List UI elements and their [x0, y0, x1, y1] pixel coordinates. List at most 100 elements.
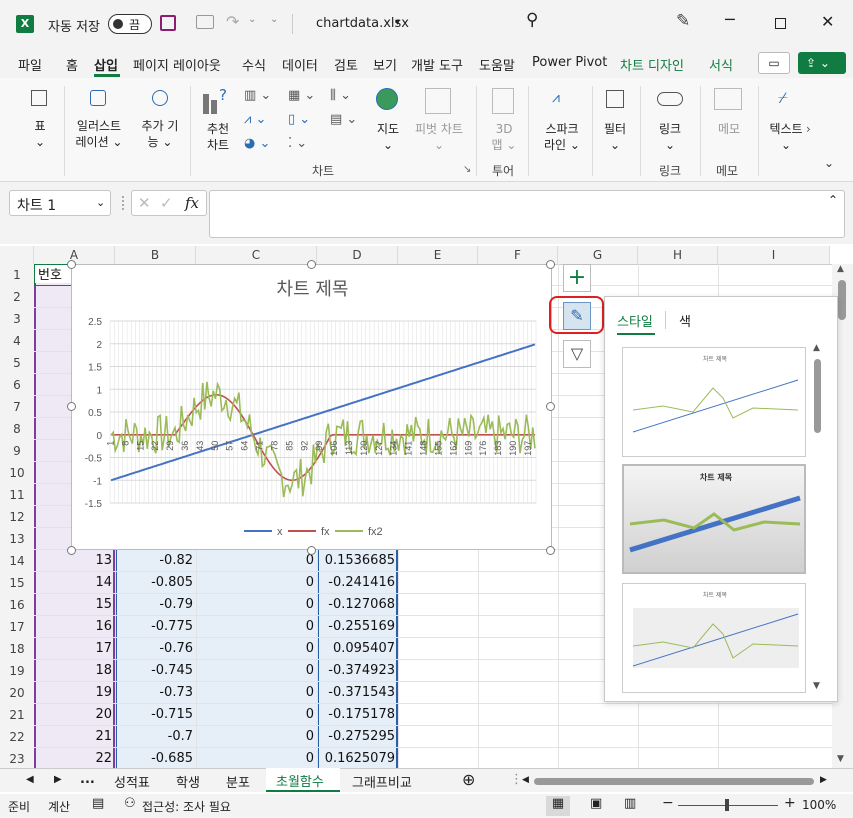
chart-dialog-launcher-icon[interactable]: ↘ [463, 164, 471, 175]
cell-c[interactable]: 0 [196, 682, 317, 704]
scatter-chart-button[interactable]: ⁚ ⌄ [288, 136, 307, 151]
row-header[interactable]: 2 [0, 286, 34, 308]
zoom-in-icon[interactable]: + [784, 795, 796, 811]
cell-c[interactable]: 0 [196, 594, 317, 616]
sparklines-button[interactable]: 스파크 라인 ⌄ [538, 121, 586, 153]
save-icon[interactable] [160, 15, 176, 31]
color-tab[interactable]: 색 [679, 311, 691, 330]
zoom-slider[interactable] [678, 799, 778, 811]
row-header[interactable]: 22 [0, 726, 34, 748]
resize-handle[interactable] [307, 260, 316, 269]
page-layout-view-icon[interactable]: ▣ [590, 796, 602, 811]
style-thumb-2[interactable]: 차트 제목 [622, 464, 806, 574]
column-header-e[interactable]: E [398, 246, 478, 264]
column-header-i[interactable]: I [718, 246, 830, 264]
search-icon[interactable]: ⚲ [526, 10, 538, 30]
sheet-tab-active[interactable]: 초월함수 [266, 768, 340, 792]
chart-elements-button[interactable]: + [563, 264, 591, 292]
accessibility-icon[interactable]: ⚇ [124, 796, 136, 811]
cell-c[interactable]: 0 [196, 550, 317, 572]
tab-file[interactable]: 파일 [18, 55, 42, 74]
statistic-chart-button[interactable]: ▯ ⌄ [288, 112, 310, 127]
column-header-h[interactable]: H [638, 246, 718, 264]
row-header[interactable]: 13 [0, 528, 34, 550]
cell-c[interactable]: 0 [196, 704, 317, 726]
row-header[interactable]: 4 [0, 330, 34, 352]
cell-d[interactable]: 0.1625079 [317, 748, 398, 770]
cell-d[interactable]: -0.275295 [317, 726, 398, 748]
sheet-tab-2[interactable]: 학생 [176, 772, 200, 791]
cell-c[interactable]: 0 [196, 572, 317, 594]
resize-handle[interactable] [546, 260, 555, 269]
cell-d[interactable]: -0.127068 [317, 594, 398, 616]
tab-insert[interactable]: 삽입 [94, 55, 118, 74]
dropdown-icon[interactable]: ⌄ [248, 14, 256, 25]
cell-d[interactable]: -0.371543 [317, 682, 398, 704]
row-header[interactable]: 12 [0, 506, 34, 528]
select-all-corner[interactable] [0, 246, 34, 264]
tab-developer[interactable]: 개발 도구 [411, 55, 463, 74]
collapse-ribbon-icon[interactable]: ⌄ [824, 156, 834, 170]
row-header[interactable]: 11 [0, 484, 34, 506]
cell-b[interactable]: -0.76 [115, 638, 196, 660]
zoom-out-icon[interactable]: − [662, 795, 674, 811]
chart-object[interactable]: 2.5 2 1.5 1 0.5 0 -0.5 -1 -1.5 1 8 15 22 29 36 43 50 57 64… [71, 264, 552, 550]
row-header[interactable]: 19 [0, 660, 34, 682]
tab-formulas[interactable]: 수식 [242, 55, 266, 74]
column-chart-button[interactable]: ▥ ⌄ [244, 88, 271, 103]
row-header[interactable]: 3 [0, 308, 34, 330]
qat-more-icon[interactable]: ⌄ [270, 14, 278, 25]
sheet-tab-1[interactable]: 성적표 [114, 772, 150, 791]
share-button[interactable]: ⇪ ⌄ [798, 52, 846, 74]
tab-chart-design[interactable]: 차트 디자인 [620, 55, 684, 74]
filename-chevron-icon[interactable]: ▾ [395, 17, 400, 28]
minimize-icon[interactable]: ─ [725, 10, 735, 29]
cell-b[interactable]: -0.79 [115, 594, 196, 616]
filters-button[interactable]: 필터 ⌄ [600, 121, 630, 153]
chart-title[interactable]: 차트 제목 [72, 275, 553, 301]
cell-d[interactable]: 0.095407 [317, 638, 398, 660]
tab-power-pivot[interactable]: Power Pivot [532, 55, 607, 70]
maximize-icon[interactable] [775, 18, 786, 29]
normal-view-button[interactable]: ▦ [546, 796, 570, 816]
resize-handle[interactable] [67, 260, 76, 269]
horizontal-scrollbar-thumb[interactable] [534, 778, 814, 785]
comment-button[interactable]: ▭ [758, 52, 790, 74]
cell-a[interactable]: 21 [34, 726, 115, 748]
row-header[interactable]: 21 [0, 704, 34, 726]
add-sheet-icon[interactable]: ⊕ [462, 770, 475, 789]
zoom-level[interactable]: 100% [802, 798, 836, 812]
hscroll-left-icon[interactable]: ◀ [522, 775, 529, 785]
sheet-overflow[interactable]: ... [80, 772, 95, 787]
addins-button[interactable]: 추가 기능 ⌄ [136, 118, 184, 150]
resize-handle[interactable] [67, 546, 76, 555]
macro-record-icon[interactable]: ▤ [92, 796, 104, 811]
illustrations-button[interactable]: 일러스트 레이션 ⌄ [70, 118, 128, 150]
new-comment-button[interactable]: 메모 [712, 121, 746, 137]
cell-c[interactable]: 0 [196, 638, 317, 660]
cancel-icon[interactable]: ✕ [138, 194, 151, 212]
cell-c[interactable]: 0 [196, 616, 317, 638]
maps-button[interactable]: 지도 ⌄ [370, 121, 406, 153]
hierarchy-chart-button[interactable]: ▦ ⌄ [288, 88, 315, 103]
enter-icon[interactable]: ✓ [160, 194, 173, 212]
namebox-chevron-icon[interactable]: ⌄ [96, 196, 105, 209]
cell-b[interactable]: -0.73 [115, 682, 196, 704]
row-header[interactable]: 18 [0, 638, 34, 660]
cell-b[interactable]: -0.82 [115, 550, 196, 572]
line-chart-button[interactable]: ⩘ ⌄ [244, 112, 266, 127]
cell-a[interactable]: 19 [34, 682, 115, 704]
resize-handle[interactable] [546, 402, 555, 411]
table-button[interactable]: 표 ⌄ [22, 118, 58, 150]
close-icon[interactable]: ✕ [821, 12, 834, 31]
column-header-g[interactable]: G [558, 246, 638, 264]
row-header[interactable]: 20 [0, 682, 34, 704]
status-accessibility[interactable]: 접근성: 조사 필요 [142, 798, 231, 815]
row-header[interactable]: 17 [0, 616, 34, 638]
row-header[interactable]: 5 [0, 352, 34, 374]
cell-a[interactable]: 22 [34, 748, 115, 770]
insert-function-icon[interactable]: fx [185, 194, 199, 212]
tab-review[interactable]: 검토 [334, 55, 358, 74]
resize-handle[interactable] [67, 402, 76, 411]
redo-icon[interactable]: ↷ [226, 12, 239, 31]
